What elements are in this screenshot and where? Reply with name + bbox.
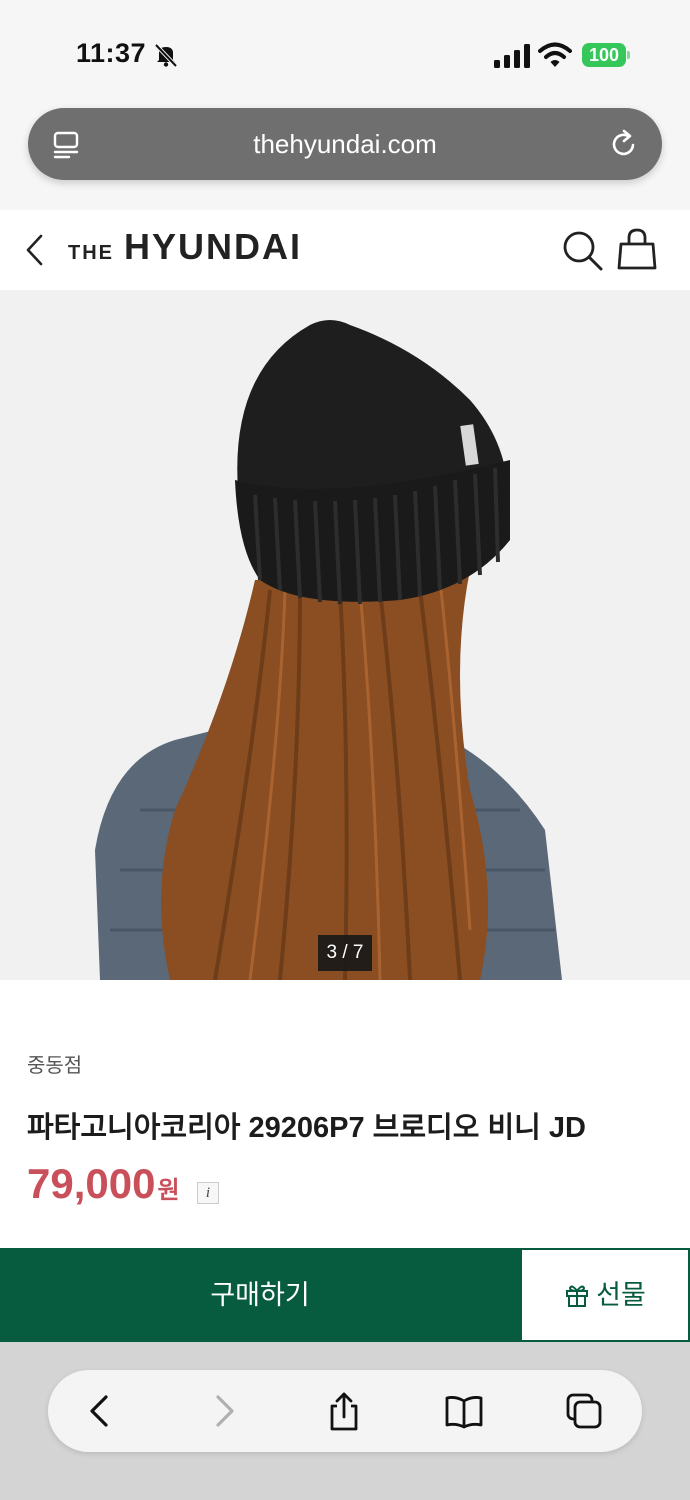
product-image-gallery[interactable]: 3 / 7 [0,290,690,980]
battery-tip [627,51,630,59]
site-header: THE HYUNDAI [0,210,690,290]
gift-label: 선물 [596,1280,646,1310]
logo-prefix: THE [68,242,114,264]
battery-indicator: 100 [582,43,630,67]
price-unit: 원 [157,1177,180,1204]
logo-main: HYUNDAI [124,226,303,267]
status-bar: 11:37 100 [0,0,690,100]
wifi-icon [538,42,572,67]
search-icon[interactable] [560,228,604,272]
url-text[interactable]: thehyundai.com [28,108,662,180]
gift-icon [566,1285,589,1307]
reload-icon[interactable] [608,128,640,160]
bell-slash-icon [154,43,178,68]
battery-level: 100 [582,43,626,67]
status-time: 11:37 [76,38,147,68]
store-name: 중동점 [27,1055,83,1077]
product-price: 79,000원 [27,1160,180,1208]
share-icon[interactable] [324,1391,364,1431]
bookmarks-icon[interactable] [444,1391,484,1431]
browser-toolbar-area [0,1342,690,1500]
product-photo [95,320,562,980]
address-bar[interactable]: thehyundai.com [28,108,662,180]
product-title: 파타고니아코리아 29206P7 브로디오 비니 JD [27,1112,586,1144]
buy-button[interactable]: 구매하기 [0,1248,520,1342]
price-info-icon[interactable]: i [197,1182,219,1204]
tabs-icon[interactable] [564,1391,604,1431]
site-logo[interactable]: THE HYUNDAI [68,226,302,268]
price-amount: 79,000 [27,1160,156,1207]
gift-button[interactable]: 선물 [520,1248,690,1342]
cellular-signal-icon [494,44,530,68]
browser-forward-icon[interactable] [204,1391,244,1431]
browser-toolbar [48,1370,642,1452]
browser-back-icon[interactable] [80,1391,120,1431]
image-counter: 3 / 7 [318,935,372,971]
back-icon[interactable] [22,230,46,270]
shopping-bag-icon[interactable] [616,226,658,272]
browser-address-area: thehyundai.com [0,100,690,210]
